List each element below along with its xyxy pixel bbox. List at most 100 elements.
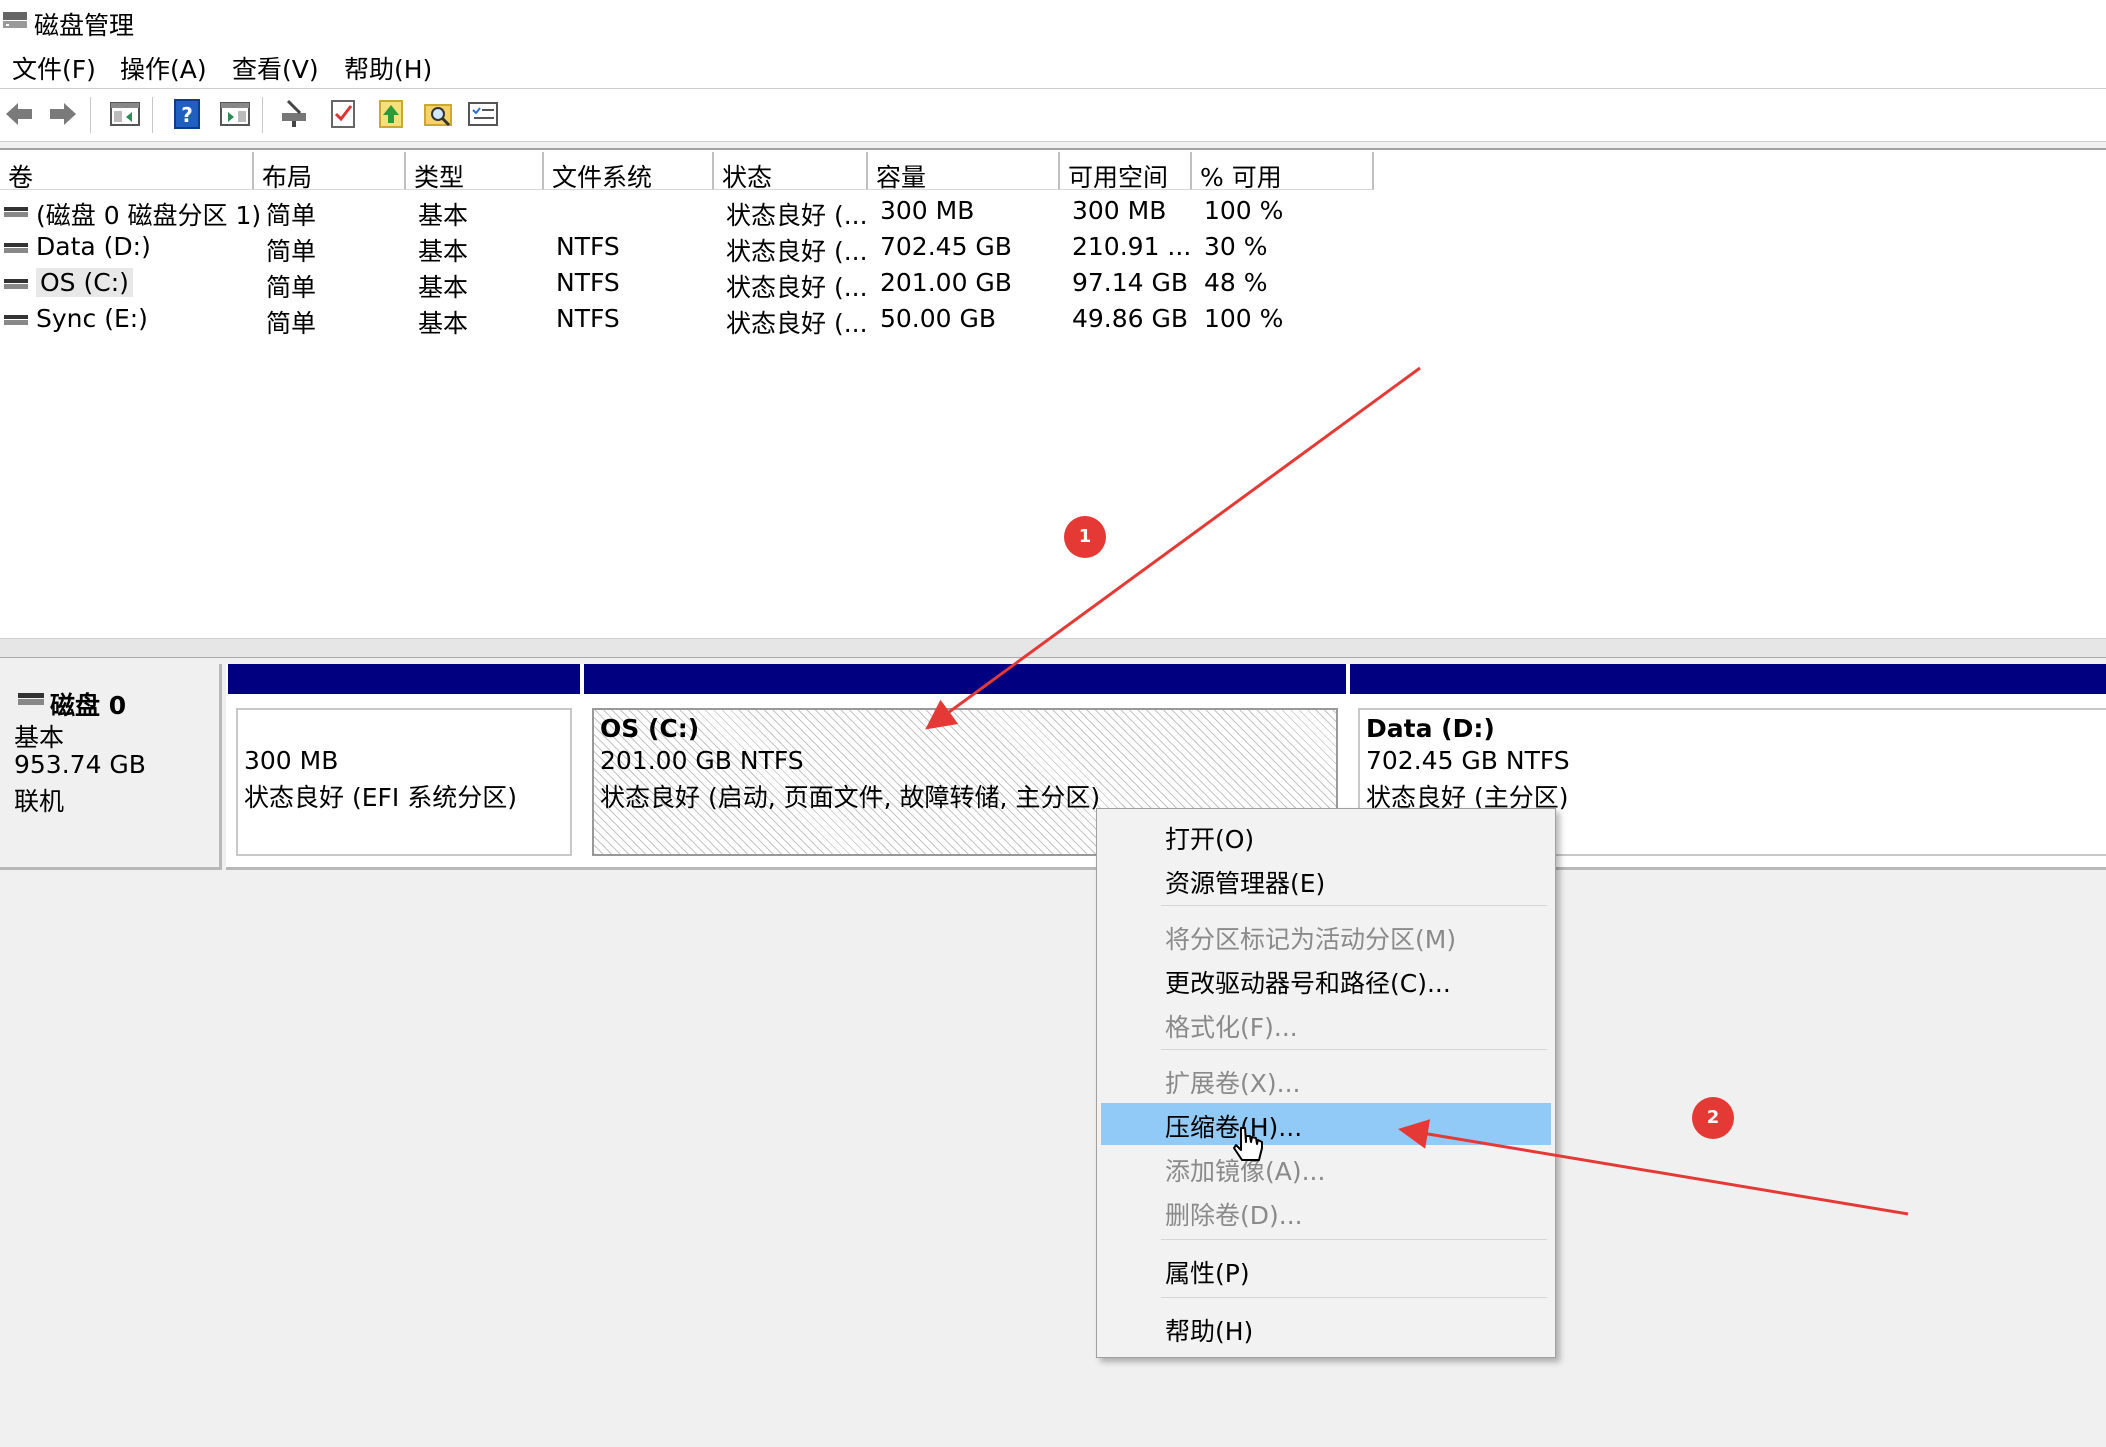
menu-separator [1161, 905, 1547, 906]
cell-type: 基本 [418, 237, 469, 266]
cell-capacity: 201.00 GB [880, 268, 1012, 297]
cell-capacity: 702.45 GB [880, 232, 1012, 261]
volume-row[interactable]: (磁盘 0 磁盘分区 1) 简单 基本 状态良好 (... 300 MB 300… [0, 194, 2106, 230]
volume-row[interactable]: Sync (E:) 简单 基本 NTFS 状态良好 (... 50.00 GB … [0, 302, 2106, 338]
column-header-capacity[interactable]: 容量 [868, 152, 1060, 192]
menu-separator [1161, 1239, 1547, 1240]
partition-title: Data (D:) [1366, 714, 1495, 743]
forward-arrow-icon[interactable] [46, 97, 80, 131]
menu-bar: 文件(F) 操作(A) 查看(V) 帮助(H) [0, 44, 2106, 89]
partition-header-bar [228, 664, 580, 694]
connect-virtual-disk-icon[interactable] [278, 97, 312, 131]
menu-action[interactable]: 操作(A) [120, 50, 207, 86]
drive-icon [4, 315, 28, 325]
search-folder-icon[interactable] [422, 97, 456, 131]
annotation-badge-1: 1 [1064, 516, 1106, 558]
disk-icon [18, 693, 44, 705]
cell-filesystem: NTFS [556, 304, 620, 333]
annotation-badge-2: 2 [1692, 1097, 1734, 1139]
partition-status: 状态良好 (启动, 页面文件, 故障转储, 主分区) [600, 783, 1101, 812]
cell-layout: 简单 [266, 273, 317, 302]
disk-0-label[interactable]: 磁盘 0 基本 953.74 GB 联机 [0, 664, 222, 870]
disk-management-app-icon [3, 12, 27, 28]
menu-item-shrink-volume[interactable]: 压缩卷(H)... [1101, 1103, 1551, 1145]
column-header-layout[interactable]: 布局 [254, 152, 406, 192]
menu-item-help[interactable]: 帮助(H) [1101, 1307, 1551, 1349]
partition-efi[interactable]: 300 MB 状态良好 (EFI 系统分区) [228, 664, 580, 864]
drive-icon [4, 243, 28, 253]
cell-volume: Data (D:) [36, 232, 151, 261]
menu-separator [1161, 1049, 1547, 1050]
drive-icon [4, 207, 28, 217]
menu-view[interactable]: 查看(V) [232, 50, 319, 86]
cell-filesystem: NTFS [556, 232, 620, 261]
show-hide-action-pane-icon[interactable] [218, 97, 252, 131]
volume-list-pane: 卷 布局 类型 文件系统 状态 容量 可用空间 % 可用 (磁盘 0 磁盘分区 … [0, 148, 2106, 640]
disk-type: 基本 [14, 723, 65, 752]
checklist-icon[interactable] [326, 97, 360, 131]
volume-row-selected[interactable]: OS (C:) 简单 基本 NTFS 状态良好 (... 201.00 GB 9… [0, 266, 2106, 302]
cell-layout: 简单 [266, 237, 317, 266]
cell-layout: 简单 [266, 201, 317, 230]
disk-name: 磁盘 0 [50, 691, 127, 720]
column-header-status[interactable]: 状态 [714, 152, 868, 192]
partition-size: 702.45 GB NTFS [1366, 746, 1570, 775]
column-header-volume[interactable]: 卷 [0, 152, 254, 192]
menu-item-change-drive-letter[interactable]: 更改驱动器号和路径(C)... [1101, 959, 1551, 1001]
toolbar-separator [262, 97, 263, 133]
mouse-cursor-icon [1233, 1127, 1263, 1161]
menu-help[interactable]: 帮助(H) [344, 50, 432, 86]
cell-volume: OS (C:) [36, 268, 133, 297]
volume-row[interactable]: Data (D:) 简单 基本 NTFS 状态良好 (... 702.45 GB… [0, 230, 2106, 266]
properties-list-icon[interactable] [466, 97, 500, 131]
cell-percent-free: 48 % [1204, 268, 1268, 297]
partition-title: OS (C:) [600, 714, 700, 743]
menu-item-add-mirror: 添加镜像(A)... [1165, 1157, 1326, 1186]
column-header-percent-free[interactable]: % 可用 [1192, 152, 1374, 192]
back-arrow-icon[interactable] [2, 97, 36, 131]
toolbar-separator [152, 97, 153, 133]
column-header-type[interactable]: 类型 [406, 152, 544, 192]
menu-item-properties[interactable]: 属性(P) [1101, 1249, 1551, 1291]
cell-layout: 简单 [266, 309, 317, 338]
cell-status: 状态良好 (... [726, 273, 868, 302]
partition-size: 201.00 GB NTFS [600, 746, 804, 775]
title-bar: 磁盘管理 [0, 0, 2106, 44]
cell-volume: (磁盘 0 磁盘分区 1) [36, 201, 262, 230]
cell-capacity: 50.00 GB [880, 304, 997, 333]
menu-item-explorer[interactable]: 资源管理器(E) [1101, 859, 1551, 901]
column-header-filesystem[interactable]: 文件系统 [544, 152, 714, 192]
menu-item-open[interactable]: 打开(O) [1101, 815, 1551, 857]
menu-file[interactable]: 文件(F) [12, 50, 96, 86]
partition-body: 300 MB 状态良好 (EFI 系统分区) [236, 708, 572, 856]
cell-free-space: 97.14 GB [1072, 268, 1189, 297]
upload-icon[interactable] [374, 97, 408, 131]
disk-size: 953.74 GB [14, 750, 146, 779]
cell-percent-free: 100 % [1204, 196, 1284, 225]
drive-icon [4, 279, 28, 289]
toolbar: ? [0, 89, 2106, 142]
partition-header-bar [1350, 664, 2106, 694]
cell-type: 基本 [418, 273, 469, 302]
window-title: 磁盘管理 [34, 11, 135, 40]
menu-item-extend-volume: 扩展卷(X)... [1165, 1069, 1301, 1098]
toolbar-separator [90, 97, 91, 133]
help-icon[interactable]: ? [170, 97, 204, 131]
cell-type: 基本 [418, 309, 469, 338]
cell-status: 状态良好 (... [726, 309, 868, 338]
disk-status: 联机 [14, 787, 65, 816]
show-hide-console-tree-icon[interactable] [108, 97, 142, 131]
cell-percent-free: 100 % [1204, 304, 1284, 333]
pane-splitter[interactable] [0, 638, 2106, 659]
cell-percent-free: 30 % [1204, 232, 1268, 261]
cell-free-space: 49.86 GB [1072, 304, 1189, 333]
cell-type: 基本 [418, 201, 469, 230]
menu-item-format: 格式化(F)... [1165, 1013, 1298, 1042]
partition-context-menu: 打开(O) 资源管理器(E) 将分区标记为活动分区(M) 更改驱动器号和路径(C… [1096, 808, 1556, 1358]
svg-text:?: ? [181, 103, 193, 127]
partition-size: 300 MB [244, 746, 339, 775]
menu-item-mark-active: 将分区标记为活动分区(M) [1165, 925, 1457, 954]
column-header-free-space[interactable]: 可用空间 [1060, 152, 1192, 192]
cell-capacity: 300 MB [880, 196, 975, 225]
cell-filesystem: NTFS [556, 268, 620, 297]
